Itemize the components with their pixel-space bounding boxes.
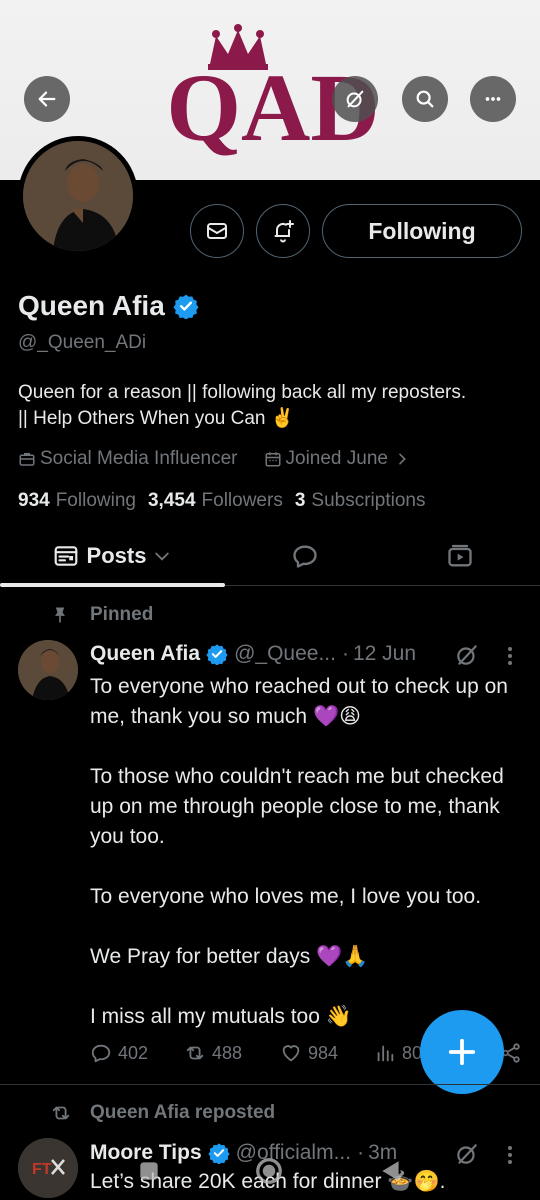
reply-count: 402 xyxy=(118,1042,149,1063)
posts-tab-icon xyxy=(54,546,77,566)
followers-label: Followers xyxy=(201,490,283,511)
followers-count-link[interactable]: 3,454 Followers xyxy=(148,490,283,512)
post-header: Queen Afia @_Quee... · 12 Jun xyxy=(90,642,416,666)
category-text: Social Media Influencer xyxy=(40,448,238,469)
grok-icon xyxy=(346,90,364,108)
back-triangle-icon xyxy=(382,1161,399,1181)
recents-icon xyxy=(140,1162,158,1180)
subscriptions-count: 3 xyxy=(294,490,306,511)
grok-icon[interactable] xyxy=(454,642,480,668)
separator-dot: · xyxy=(341,642,349,665)
profile-meta: Social Media Influencer Joined June xyxy=(18,448,440,470)
briefcase-icon xyxy=(19,453,35,466)
more-icon xyxy=(485,97,501,101)
subscriptions-count-link[interactable]: 3 Subscriptions xyxy=(295,490,426,512)
post-paragraph: To everyone who reached out to check up … xyxy=(90,675,508,728)
bio-line: || Help Others When you Can ✌️ xyxy=(18,408,295,429)
tab-posts[interactable]: Posts xyxy=(0,526,225,587)
following-count: 934 xyxy=(18,490,50,511)
system-navigation-bar xyxy=(0,1140,540,1200)
reply-button[interactable]: 402 xyxy=(90,1042,148,1064)
bell-plus-icon xyxy=(274,220,294,243)
post-divider xyxy=(0,1084,540,1085)
profile-handle: @_Queen_ADi xyxy=(18,332,147,353)
repost-button[interactable]: 488 xyxy=(184,1042,242,1064)
nav-back-button[interactable] xyxy=(374,1154,408,1188)
profile-category: Social Media Influencer xyxy=(18,448,238,470)
grok-button[interactable] xyxy=(332,76,378,122)
compose-post-button[interactable] xyxy=(420,1010,504,1094)
active-tab-indicator xyxy=(0,583,225,587)
mail-icon xyxy=(207,223,227,239)
post-body: To everyone who reached out to check up … xyxy=(90,672,530,1032)
share-button[interactable] xyxy=(500,1042,528,1064)
post-author-handle: @_Quee... xyxy=(234,642,336,665)
message-button[interactable] xyxy=(190,204,244,258)
back-arrow-icon xyxy=(38,91,56,107)
repost-count: 488 xyxy=(212,1042,243,1063)
following-count-link[interactable]: 934 Following xyxy=(18,490,136,512)
followers-count: 3,454 xyxy=(147,490,196,511)
bio-line: Queen for a reason || following back all… xyxy=(18,382,467,403)
search-button[interactable] xyxy=(402,76,448,122)
profile-bio: Queen for a reason || following back all… xyxy=(18,380,528,432)
reply-icon xyxy=(91,1044,111,1063)
views-button[interactable]: 80 xyxy=(374,1042,422,1064)
avatar-photo xyxy=(23,141,133,251)
chevron-down-icon xyxy=(155,552,170,561)
like-count: 984 xyxy=(308,1042,339,1063)
profile-display-name: Queen Afia xyxy=(18,290,165,321)
pin-icon xyxy=(55,607,65,623)
post-paragraph: To those who couldn't reach me but check… xyxy=(90,765,504,848)
media-icon xyxy=(448,544,472,567)
profile-avatar[interactable] xyxy=(18,136,138,256)
repost-icon xyxy=(52,1106,70,1120)
repost-indicator: Queen Afia reposted xyxy=(50,1102,275,1124)
pinned-label: Pinned xyxy=(90,604,154,625)
following-label: Following xyxy=(55,490,136,511)
joined-text: Joined June xyxy=(285,448,388,469)
plus-icon xyxy=(448,1038,476,1066)
home-button[interactable] xyxy=(252,1154,286,1188)
heart-icon xyxy=(282,1045,300,1062)
views-icon xyxy=(377,1045,394,1062)
more-options-button[interactable] xyxy=(470,76,516,122)
subscriptions-label: Subscriptions xyxy=(311,490,426,511)
like-button[interactable]: 984 xyxy=(280,1042,338,1064)
more-vertical-icon[interactable] xyxy=(502,644,518,668)
notify-button[interactable] xyxy=(256,204,310,258)
verified-badge-icon[interactable] xyxy=(173,293,199,319)
search-icon xyxy=(416,90,434,108)
repost-icon xyxy=(186,1046,204,1060)
chevron-right-icon xyxy=(399,453,406,465)
profile-tabs: Posts xyxy=(0,526,540,587)
recents-button[interactable] xyxy=(132,1154,166,1188)
pinned-indicator: Pinned xyxy=(50,604,153,626)
post-paragraph: We Pray for better days 💜🙏 xyxy=(90,945,369,968)
tab-media[interactable] xyxy=(410,526,510,586)
verified-badge-icon xyxy=(206,644,228,665)
tab-replies[interactable] xyxy=(250,526,360,586)
post-date[interactable]: 12 Jun xyxy=(353,642,416,666)
profile-counts: 934 Following 3,454 Followers 3 Subscrip… xyxy=(18,490,437,512)
back-button[interactable] xyxy=(24,76,70,122)
post-paragraph: To everyone who loves me, I love you too… xyxy=(90,885,482,908)
profile-name-row: Queen Afia xyxy=(18,290,199,322)
post-author-name[interactable]: Queen Afia xyxy=(90,642,200,666)
reply-icon xyxy=(293,545,317,568)
calendar-icon xyxy=(265,452,280,467)
home-icon xyxy=(256,1158,282,1184)
post-avatar[interactable] xyxy=(18,640,78,700)
tab-posts-label: Posts xyxy=(86,543,147,568)
profile-joined[interactable]: Joined June xyxy=(264,448,414,470)
repost-label: Queen Afia reposted xyxy=(90,1102,276,1123)
following-button[interactable]: Following xyxy=(322,204,522,258)
